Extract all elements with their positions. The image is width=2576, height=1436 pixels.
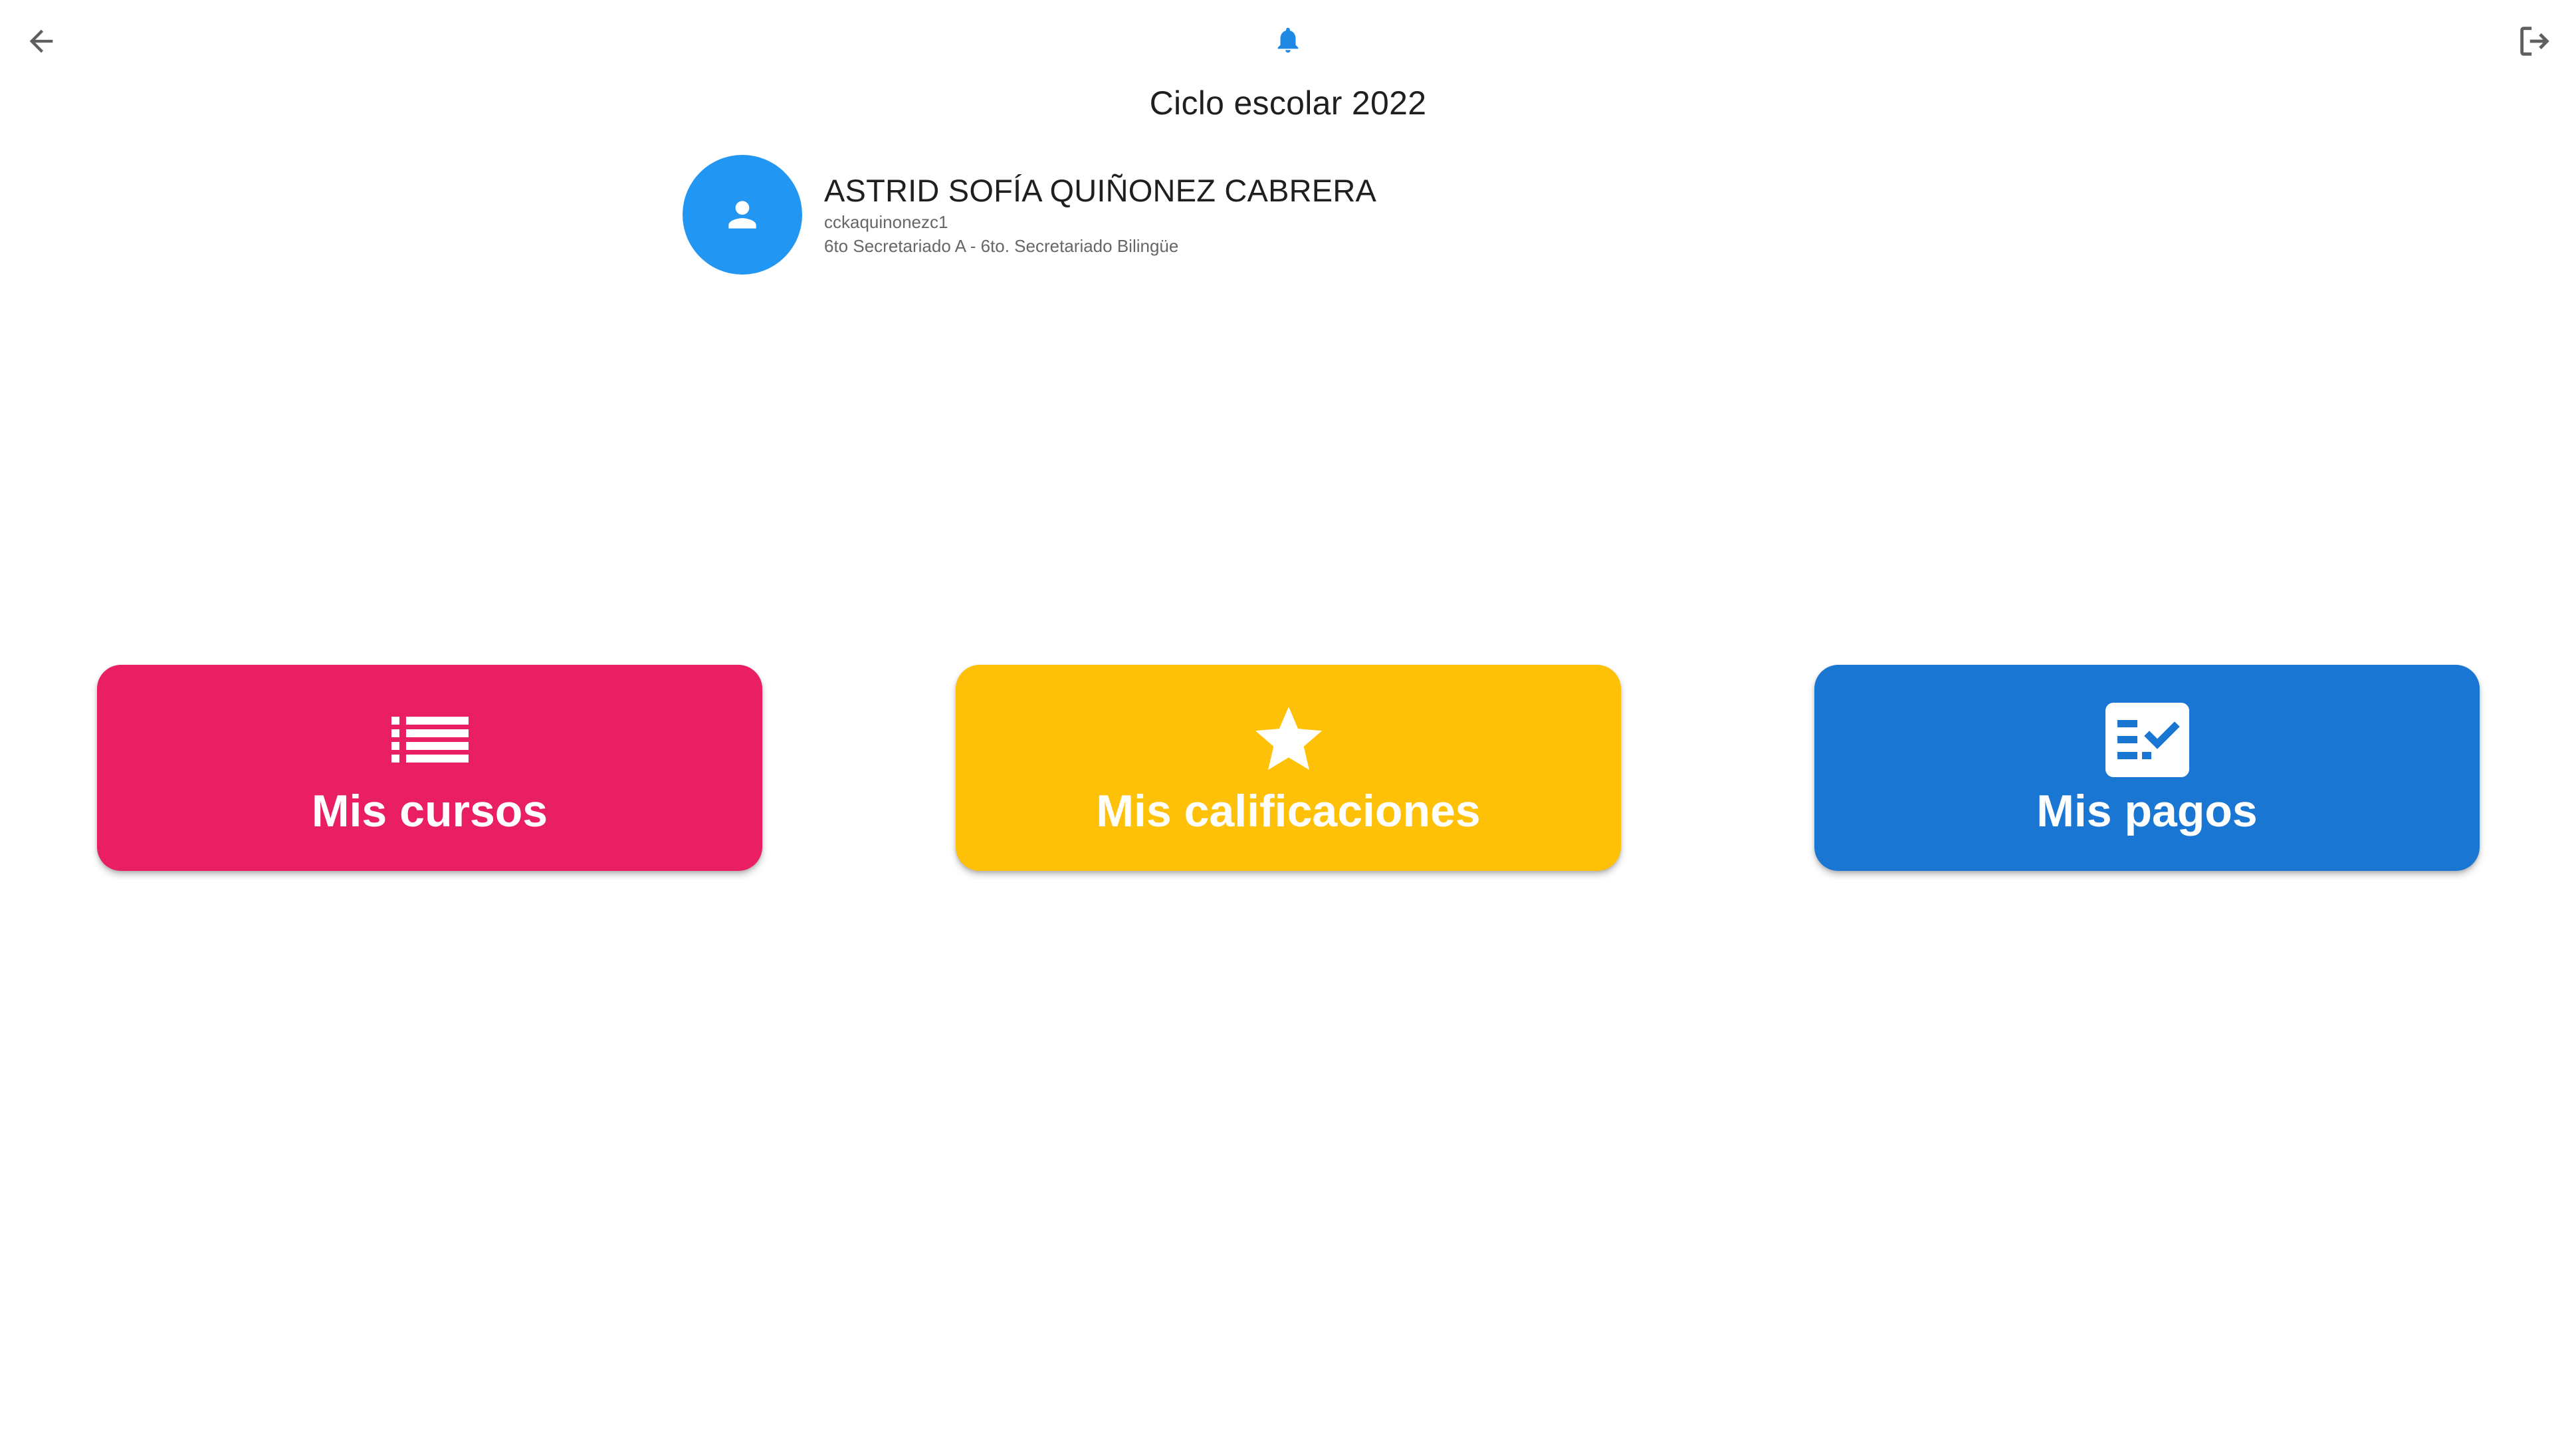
my-payments-label: Mis pagos [2036,786,2258,836]
checklist-icon [2105,703,2189,777]
student-username: cckaquinonezc1 [824,212,948,232]
my-courses-card[interactable]: Mis cursos [97,665,762,871]
person-icon [728,201,756,229]
star-icon [1255,707,1322,770]
page-title: Ciclo escolar 2022 [1149,84,1427,122]
student-group: 6to Secretariado A - 6to. Secretariado B… [824,236,1179,256]
card-icon-wrap [391,699,469,780]
card-icon-wrap [2105,699,2189,780]
notifications-button[interactable] [1268,20,1308,60]
my-grades-card[interactable]: Mis calificaciones [956,665,1621,871]
card-icon-wrap [1247,699,1330,780]
logout-icon [2520,27,2549,56]
my-grades-label: Mis calificaciones [1096,786,1481,836]
my-courses-label: Mis cursos [311,786,548,836]
student-name: ASTRID SOFÍA QUIÑONEZ CABRERA [824,173,1377,208]
page: Ciclo escolar 2022 ASTRID SOFÍA QUIÑONEZ… [0,0,2576,1436]
arrow-back-icon [29,29,53,53]
profile-card: ASTRID SOFÍA QUIÑONEZ CABRERA cckaquinon… [683,154,1376,275]
list-icon [391,717,469,763]
logout-button[interactable] [2510,16,2560,66]
my-payments-card[interactable]: Mis pagos [1814,665,2480,871]
avatar [683,155,802,275]
profile-details: ASTRID SOFÍA QUIÑONEZ CABRERA cckaquinon… [824,172,1376,258]
bell-icon [1277,27,1299,53]
back-button[interactable] [16,16,66,66]
